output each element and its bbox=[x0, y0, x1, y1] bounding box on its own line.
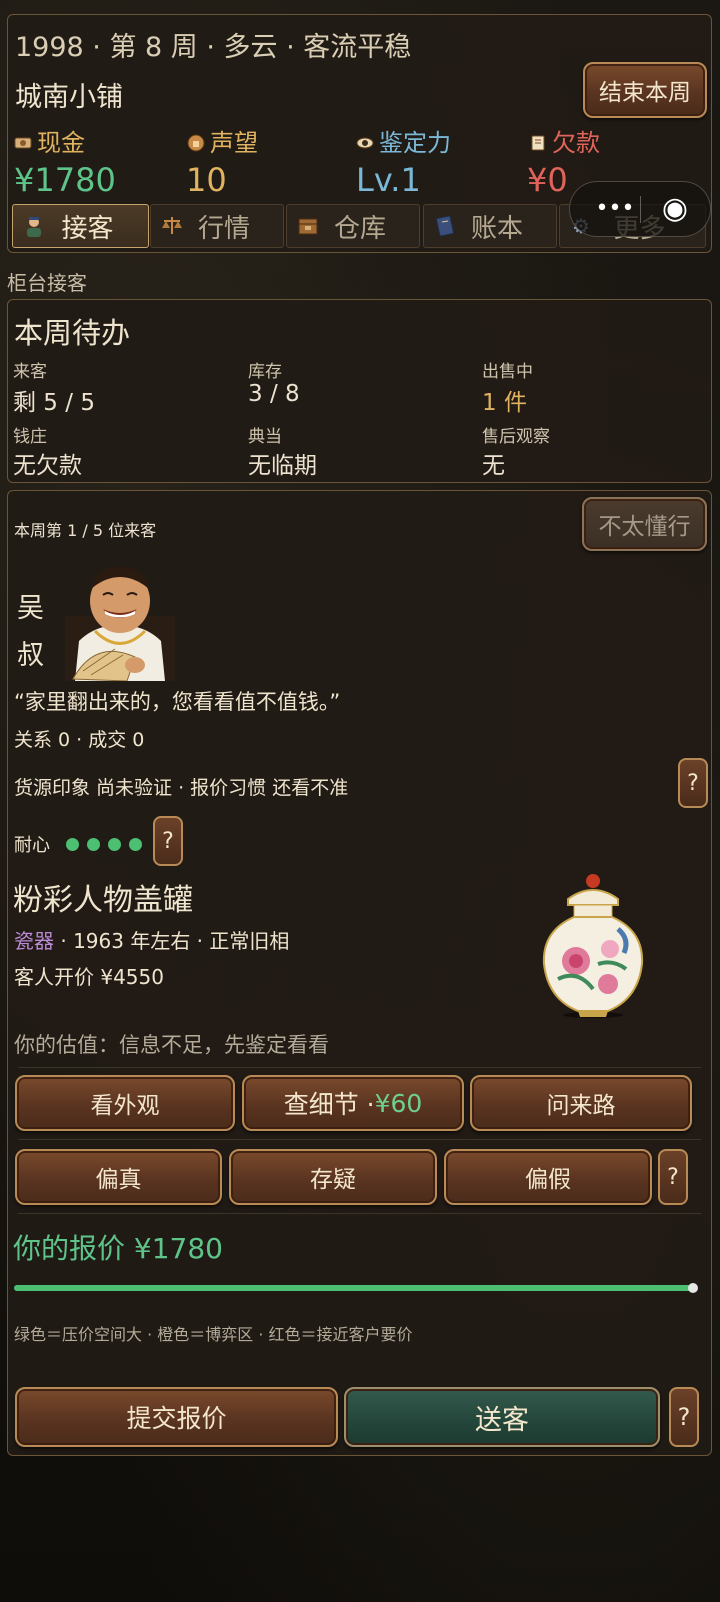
todo-label-visitors: 来客 bbox=[13, 362, 47, 382]
check-details-label: 查细节 · bbox=[283, 1090, 375, 1119]
customer-name-1: 吴 bbox=[17, 593, 44, 624]
todo-label-aftersale: 售后观察 bbox=[482, 427, 550, 447]
verdict-help-button[interactable]: ? bbox=[658, 1149, 688, 1205]
appraisal-stat: 鉴定力 bbox=[355, 123, 451, 158]
patience-dot bbox=[129, 838, 142, 851]
item-meta-text: · 1963 年左右 · 正常旧相 bbox=[54, 929, 290, 953]
doubtful-button[interactable]: 存疑 bbox=[229, 1149, 437, 1205]
ledger-icon bbox=[432, 213, 458, 239]
todo-title: 本周待办 bbox=[14, 316, 131, 350]
appraisal-value: Lv.1 bbox=[356, 161, 421, 199]
divider bbox=[18, 1067, 701, 1068]
customer-relation: 关系 0 · 成交 0 bbox=[14, 729, 145, 751]
todo-value-pawn: 无临期 bbox=[248, 453, 317, 479]
estimate-text: 你的估值：信息不足，先鉴定看看 bbox=[14, 1033, 329, 1057]
lean-genuine-button[interactable]: 偏真 bbox=[15, 1149, 222, 1205]
tab-warehouse-label: 仓库 bbox=[333, 213, 386, 244]
debt-label: 欠款 bbox=[552, 129, 600, 157]
offer-slider[interactable] bbox=[14, 1281, 698, 1295]
eye-icon bbox=[355, 133, 375, 153]
porcelain-jar-image bbox=[538, 869, 648, 1019]
customer-panel: 本周第 1 / 5 位来客 不太懂行 吴 叔 “家里翻出来的，您看看值不值钱。”… bbox=[7, 490, 712, 1456]
close-mini-program-icon[interactable]: ◉ bbox=[650, 190, 700, 228]
scale-icon bbox=[159, 213, 185, 239]
debt-stat: 欠款 bbox=[528, 123, 600, 158]
confused-button[interactable]: 不太懂行 bbox=[582, 497, 707, 551]
clerk-icon bbox=[21, 213, 47, 239]
check-details-button[interactable]: 查细节 · ¥60 bbox=[242, 1075, 464, 1131]
offer-slider-thumb[interactable] bbox=[688, 1283, 698, 1293]
todo-value-selling: 1 件 bbox=[482, 390, 527, 416]
item-category: 瓷器 bbox=[14, 929, 54, 953]
shop-name: 城南小铺 bbox=[15, 82, 123, 113]
crate-icon bbox=[295, 213, 321, 239]
cash-icon bbox=[13, 133, 33, 153]
offer-slider-fill bbox=[14, 1285, 694, 1291]
todo-label-inventory: 库存 bbox=[248, 362, 282, 382]
more-menu-icon[interactable]: ••• bbox=[590, 192, 640, 226]
todo-label-pawn: 典当 bbox=[248, 427, 282, 447]
appraisal-label: 鉴定力 bbox=[379, 129, 451, 157]
end-week-button[interactable]: 结束本周 bbox=[583, 62, 707, 118]
item-name: 粉彩人物盖罐 bbox=[13, 883, 193, 918]
ask-origin-button[interactable]: 问来路 bbox=[470, 1075, 692, 1131]
look-appearance-button[interactable]: 看外观 bbox=[15, 1075, 235, 1131]
item-meta: 瓷器 · 1963 年左右 · 正常旧相 bbox=[14, 925, 289, 954]
tab-ledger[interactable]: 账本 bbox=[423, 204, 557, 248]
todo-value-bank: 无欠款 bbox=[13, 453, 82, 479]
weekly-todo-panel: 本周待办 来客 剩 5 / 5 库存 3 / 8 出售中 1 件 钱庄 无欠款 … bbox=[7, 299, 712, 483]
todo-label-selling: 出售中 bbox=[482, 362, 533, 382]
todo-value-inventory: 3 / 8 bbox=[248, 381, 300, 407]
asking-price: 客人开价 ¥4550 bbox=[14, 965, 164, 989]
status-line: 1998 · 第 8 周 · 多云 · 客流平稳 bbox=[15, 32, 412, 63]
tab-warehouse[interactable]: 仓库 bbox=[286, 204, 420, 248]
cash-stat: 现金 bbox=[13, 123, 85, 158]
send-off-button[interactable]: 送客 bbox=[344, 1387, 660, 1447]
todo-label-bank: 钱庄 bbox=[13, 427, 47, 447]
divider bbox=[18, 1213, 701, 1214]
todo-value-aftersale: 无 bbox=[482, 453, 505, 479]
tab-reception[interactable]: 接客 bbox=[12, 204, 149, 248]
debt-value: ¥0 bbox=[527, 161, 568, 199]
patience-dots bbox=[66, 836, 150, 855]
mini-program-capsule: ••• ◉ bbox=[569, 181, 711, 237]
patience-dot bbox=[66, 838, 79, 851]
customer-portrait bbox=[65, 561, 175, 682]
patience-label: 耐心 bbox=[14, 835, 50, 856]
tab-reception-label: 接客 bbox=[61, 213, 114, 244]
cash-value: ¥1780 bbox=[14, 161, 116, 199]
capsule-divider bbox=[640, 196, 641, 223]
offer-label: 你的报价 ¥1780 bbox=[13, 1232, 223, 1265]
divider bbox=[18, 1139, 701, 1140]
patience-dot bbox=[108, 838, 121, 851]
customer-impression: 货源印象 尚未验证 · 报价习惯 还看不准 bbox=[14, 777, 349, 799]
reputation-label: 声望 bbox=[210, 129, 258, 157]
actions-help-button[interactable]: ? bbox=[669, 1387, 699, 1447]
tab-market[interactable]: 行情 bbox=[150, 204, 284, 248]
offer-color-legend: 绿色＝压价空间大 · 橙色＝博弈区 · 红色＝接近客户要价 bbox=[14, 1325, 413, 1344]
tab-ledger-label: 账本 bbox=[470, 213, 523, 244]
reputation-stat: 声望 bbox=[186, 123, 258, 158]
lean-fake-button[interactable]: 偏假 bbox=[444, 1149, 652, 1205]
submit-offer-button[interactable]: 提交报价 bbox=[15, 1387, 338, 1447]
section-title: 柜台接客 bbox=[7, 271, 87, 295]
impression-help-button[interactable]: ? bbox=[678, 758, 708, 808]
patience-dot bbox=[87, 838, 100, 851]
customer-quote: “家里翻出来的，您看看值不值钱。” bbox=[14, 690, 341, 714]
customer-name-2: 叔 bbox=[17, 640, 44, 671]
tab-market-label: 行情 bbox=[197, 213, 250, 244]
patience-help-button[interactable]: ? bbox=[153, 816, 183, 866]
thumbs-up-icon bbox=[186, 133, 206, 153]
scroll-icon bbox=[528, 133, 548, 153]
cash-label: 现金 bbox=[37, 129, 85, 157]
check-details-cost: ¥60 bbox=[374, 1088, 423, 1118]
visitor-counter: 本周第 1 / 5 位来客 bbox=[14, 521, 157, 540]
todo-value-visitors: 剩 5 / 5 bbox=[13, 390, 95, 416]
reputation-value: 10 bbox=[186, 161, 227, 199]
